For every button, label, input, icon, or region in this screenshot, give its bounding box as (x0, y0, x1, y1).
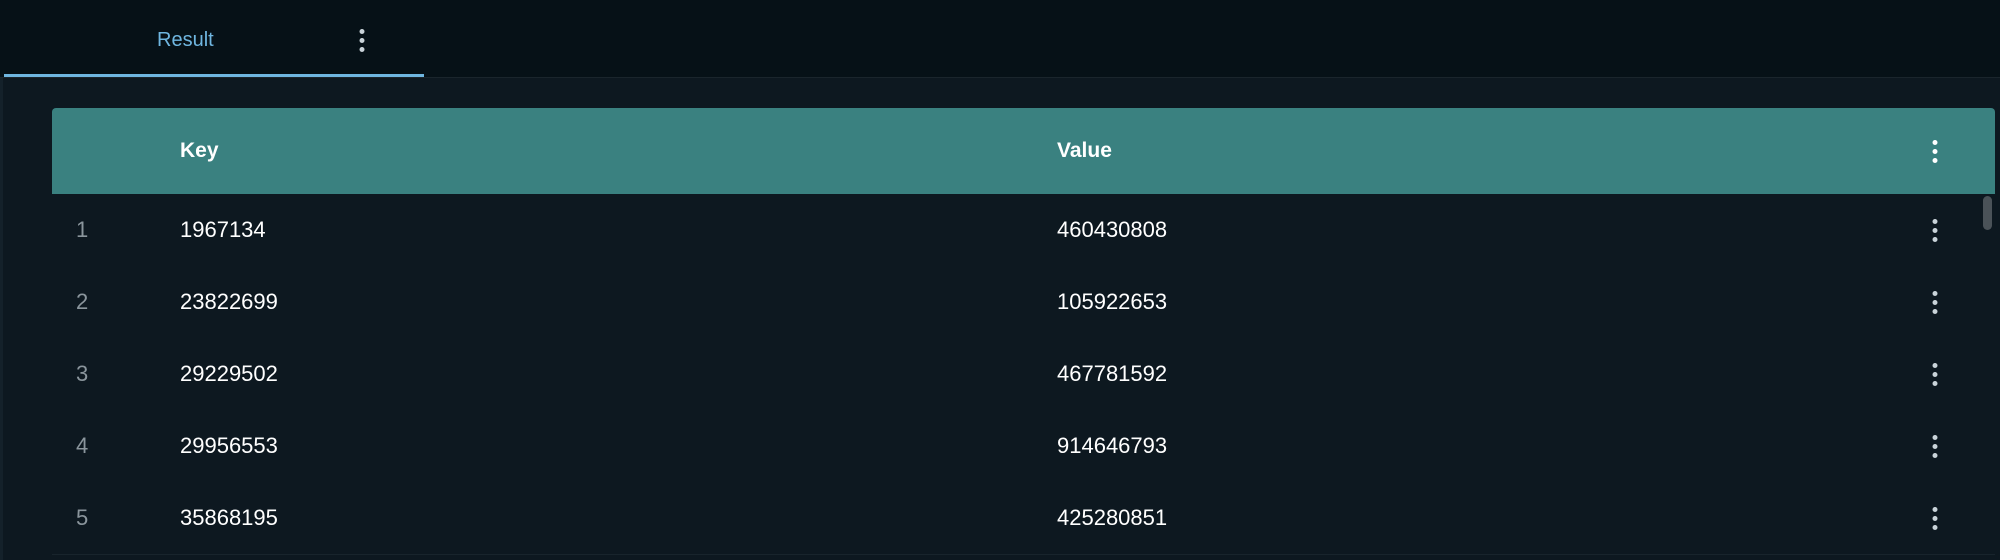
table-body: 1 1967134 460430808 2 23822699 105922653 (52, 194, 1995, 560)
result-table: Key Value 1 1967134 460430808 2 23822699… (52, 108, 1995, 560)
row-index: 3 (76, 361, 89, 386)
row-more-icon[interactable] (1923, 214, 1947, 246)
column-header-key[interactable]: Key (180, 139, 219, 163)
tab-active-indicator (4, 74, 424, 77)
row-more-icon[interactable] (1923, 358, 1947, 390)
result-panel: Key Value 1 1967134 460430808 2 23822699… (0, 78, 2000, 560)
table-row[interactable]: 2 23822699 105922653 (52, 266, 1995, 339)
header-more-icon[interactable] (1923, 135, 1947, 167)
tab-more-icon[interactable] (350, 24, 374, 56)
table-row[interactable]: 4 29956553 914646793 (52, 410, 1995, 483)
row-index: 4 (76, 433, 89, 458)
cell-value[interactable]: 467781592 (1057, 362, 1167, 386)
cell-value[interactable]: 460430808 (1057, 218, 1167, 242)
table-row[interactable]: 1 1967134 460430808 (52, 194, 1995, 267)
cell-key[interactable]: 35868195 (180, 506, 278, 530)
row-more-icon[interactable] (1923, 286, 1947, 318)
row-index: 1 (76, 217, 89, 242)
tab-bar: Result (0, 0, 2000, 78)
column-header-value[interactable]: Value (1057, 139, 1112, 163)
app-window: Result Key Value 1 1967134 460430808 2 2… (0, 0, 2000, 560)
cell-key[interactable]: 23822699 (180, 290, 278, 314)
vertical-scrollbar[interactable] (1983, 196, 1992, 230)
table-row[interactable]: 5 35868195 425280851 (52, 482, 1995, 555)
cell-value[interactable]: 105922653 (1057, 290, 1167, 314)
row-index: 5 (76, 505, 89, 530)
cell-key[interactable]: 29229502 (180, 362, 278, 386)
cell-key[interactable]: 29956553 (180, 434, 278, 458)
table-row[interactable]: 3 29229502 467781592 (52, 338, 1995, 411)
tab-label: Result (157, 29, 214, 51)
cell-key[interactable]: 1967134 (180, 218, 266, 242)
table-header: Key Value (52, 108, 1995, 194)
cell-value[interactable]: 425280851 (1057, 506, 1167, 530)
row-more-icon[interactable] (1923, 430, 1947, 462)
tab-result[interactable]: Result (4, 0, 424, 77)
row-more-icon[interactable] (1923, 502, 1947, 534)
cell-value[interactable]: 914646793 (1057, 434, 1167, 458)
panel-divider (0, 78, 3, 560)
row-index: 2 (76, 289, 89, 314)
